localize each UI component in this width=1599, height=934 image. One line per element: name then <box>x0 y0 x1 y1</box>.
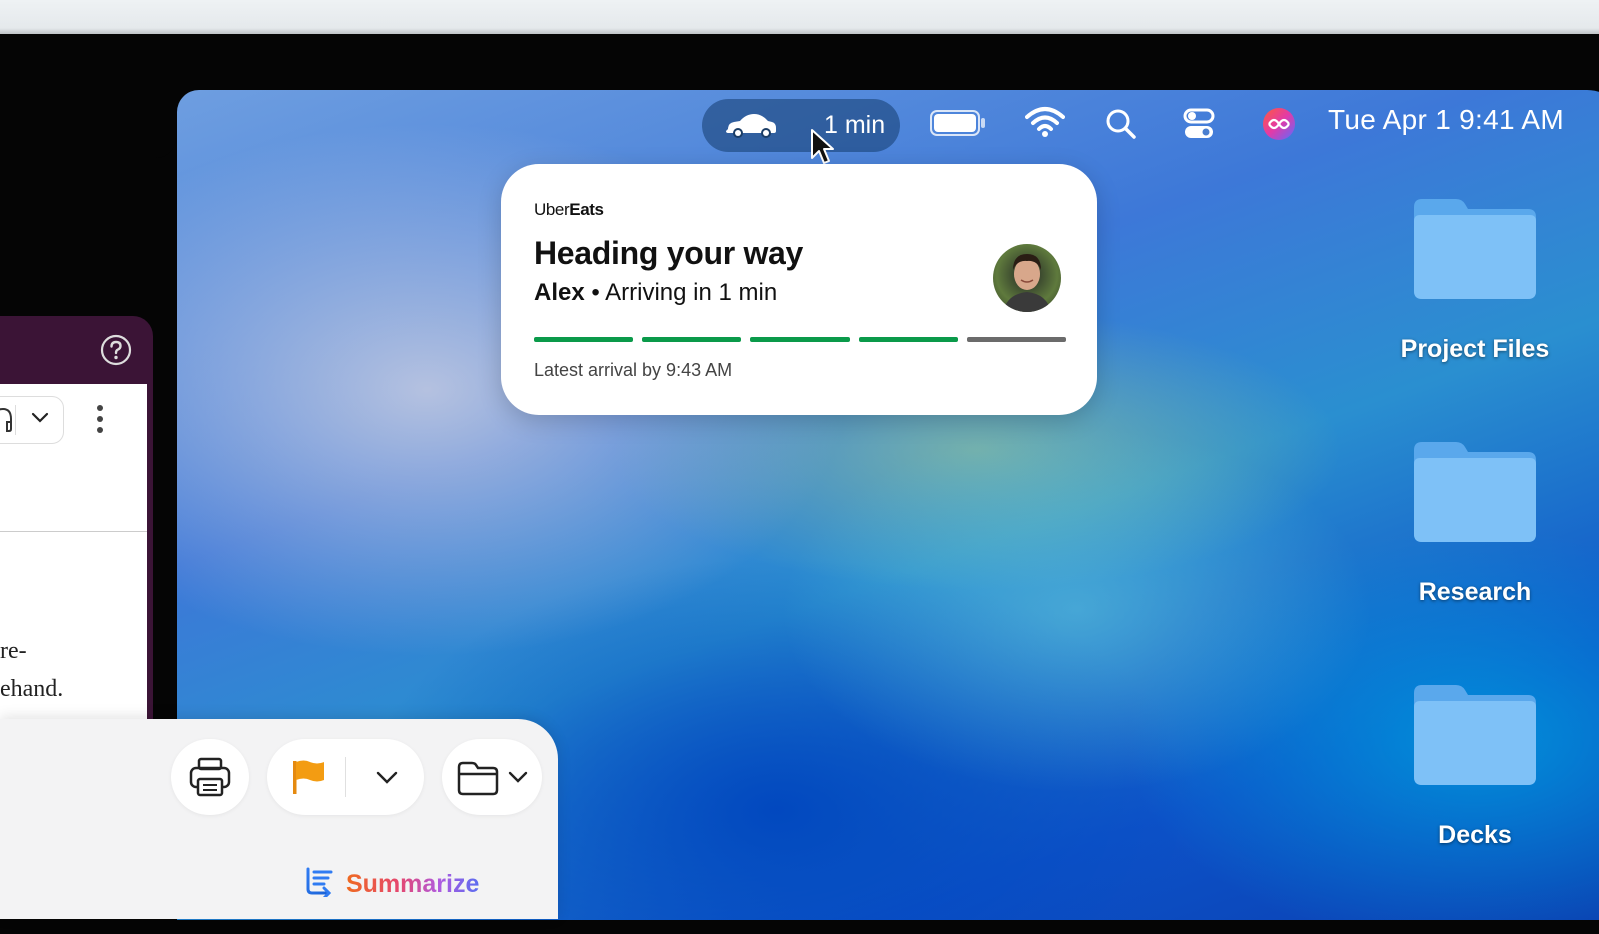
notification-title: Heading your way <box>534 235 804 271</box>
app-segmented-control[interactable] <box>0 396 64 444</box>
progress-segment <box>750 337 850 342</box>
folder-outline-icon <box>456 760 500 801</box>
body-text-line: re- <box>0 638 27 664</box>
mail-toolbar-panel: Summarize <box>0 719 558 919</box>
courier-name: Alex <box>534 279 585 306</box>
folder-label: Research <box>1418 578 1532 606</box>
folder-label: Project Files <box>1400 335 1550 363</box>
folder-icon <box>1414 199 1536 299</box>
app-content-panel: re- ehand. <box>0 384 147 736</box>
flag-icon[interactable] <box>291 759 325 800</box>
camera-notch <box>0 40 176 158</box>
summarize-icon <box>304 867 336 902</box>
folder-project-files[interactable]: Project Files <box>1395 195 1555 363</box>
print-button[interactable] <box>171 739 249 815</box>
progress-segment <box>642 337 742 342</box>
segment-divider <box>15 405 16 435</box>
chevron-down-icon[interactable] <box>508 771 528 790</box>
folder-icon <box>1414 442 1536 542</box>
live-activity-pill[interactable]: 1 min <box>702 99 900 152</box>
latest-arrival-text: Latest arrival by 9:43 AM <box>534 360 733 380</box>
more-options-icon[interactable] <box>96 404 104 439</box>
divider <box>0 531 147 532</box>
folder-research[interactable]: Research <box>1395 438 1555 606</box>
summarize-label: Summarize <box>346 870 480 898</box>
battery-icon[interactable] <box>930 110 986 141</box>
summarize-button[interactable]: Summarize <box>304 867 479 902</box>
folder-icon <box>1414 685 1536 785</box>
body-text-line: ehand. <box>0 676 64 702</box>
delivery-status: Arriving in 1 min <box>605 279 778 306</box>
uber-eats-logo: UberEats <box>534 200 604 219</box>
siri-icon[interactable] <box>1262 107 1296 146</box>
delivery-progress-bar <box>534 337 1067 342</box>
folder-decks[interactable]: Decks <box>1395 681 1555 849</box>
printer-icon <box>189 757 231 802</box>
chevron-down-icon[interactable] <box>376 771 398 790</box>
notification-subtitle: Alex • Arriving in 1 min <box>534 279 777 307</box>
wifi-icon[interactable] <box>1025 106 1065 143</box>
separator-dot: • <box>591 279 600 306</box>
search-icon[interactable] <box>1105 108 1137 145</box>
car-icon <box>724 111 778 144</box>
chevron-down-icon[interactable] <box>31 411 49 429</box>
progress-segment <box>534 337 634 342</box>
move-to-folder-button[interactable] <box>442 739 542 815</box>
headphones-icon[interactable] <box>0 407 13 438</box>
menubar-clock[interactable]: Tue Apr 1 9:41 AM <box>1328 104 1564 136</box>
flag-button-group[interactable] <box>267 739 424 815</box>
button-divider <box>345 757 346 797</box>
control-center-icon[interactable] <box>1183 108 1215 145</box>
progress-segment <box>858 337 958 342</box>
progress-segment <box>966 337 1067 342</box>
courier-avatar <box>993 244 1061 312</box>
uber-eats-notification[interactable]: UberEats Heading your way Alex • Arrivin… <box>501 164 1097 415</box>
folder-label: Decks <box>1438 821 1512 849</box>
help-icon[interactable] <box>100 334 132 371</box>
app-window: re- ehand. <box>0 316 153 736</box>
